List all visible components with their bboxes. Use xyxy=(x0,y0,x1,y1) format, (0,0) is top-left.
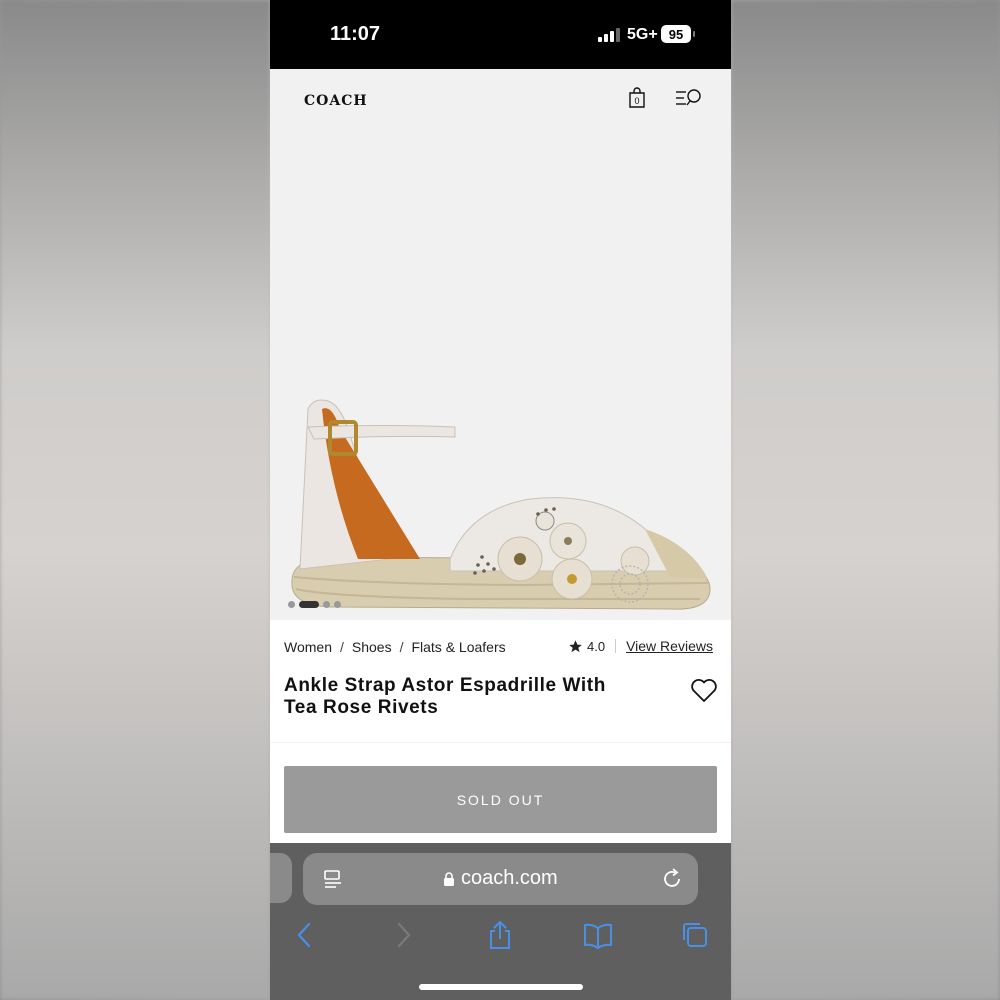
background-blur-left xyxy=(0,0,270,1000)
coach-logo[interactable]: COACH xyxy=(304,93,368,109)
previous-tab-peek[interactable] xyxy=(270,853,292,903)
reader-mode-icon[interactable] xyxy=(322,868,344,890)
battery-tip xyxy=(693,31,695,37)
url-display[interactable]: coach.com xyxy=(443,867,558,890)
breadcrumb-separator: / xyxy=(339,639,344,655)
gallery-dot-active[interactable] xyxy=(299,601,319,608)
share-icon[interactable] xyxy=(485,920,515,950)
home-indicator[interactable] xyxy=(419,984,583,990)
phone-screen: 11:07 5G+ 95 COACH 0 Women / Shoes / Fla… xyxy=(270,0,731,1000)
product-info: Women / Shoes / Flats & Loafers 4.0 View… xyxy=(270,620,731,742)
safari-toolbar xyxy=(270,920,731,950)
gallery-dot[interactable] xyxy=(323,601,330,608)
view-reviews-link[interactable]: View Reviews xyxy=(626,638,713,654)
wishlist-heart-icon[interactable] xyxy=(690,677,718,703)
tabs-icon[interactable] xyxy=(680,920,710,950)
breadcrumb: Women / Shoes / Flats & Loafers xyxy=(284,639,506,655)
url-text: coach.com xyxy=(461,867,558,889)
product-shoe-image xyxy=(291,399,711,610)
back-icon[interactable] xyxy=(290,920,320,950)
gallery-dot[interactable] xyxy=(288,601,295,608)
breadcrumb-women[interactable]: Women xyxy=(284,639,332,655)
forward-icon[interactable] xyxy=(388,920,418,950)
menu-search-icon[interactable] xyxy=(674,87,704,109)
background-blur-right xyxy=(731,0,1000,1000)
product-title-line2: Tea Rose Rivets xyxy=(284,697,439,718)
product-gallery[interactable] xyxy=(270,129,731,620)
shopping-bag-icon[interactable]: 0 xyxy=(626,87,648,109)
address-bar[interactable]: coach.com xyxy=(303,853,698,905)
status-bar: 11:07 5G+ 95 xyxy=(270,0,731,69)
status-time: 11:07 xyxy=(330,23,381,45)
rating-divider xyxy=(615,639,617,653)
breadcrumb-separator: / xyxy=(399,639,404,655)
bookmarks-icon[interactable] xyxy=(583,920,613,950)
gallery-pagination[interactable] xyxy=(288,601,341,608)
signal-icon xyxy=(598,28,620,42)
battery-icon: 95 xyxy=(661,25,691,43)
product-rating: 4.0 View Reviews xyxy=(568,638,713,654)
purchase-area: SOLD OUT xyxy=(270,742,731,847)
breadcrumb-flats-loafers[interactable]: Flats & Loafers xyxy=(411,639,505,655)
network-type: 5G+ xyxy=(627,26,658,43)
sold-out-button[interactable]: SOLD OUT xyxy=(284,766,717,833)
site-header: COACH 0 xyxy=(270,69,731,129)
product-title: Ankle Strap Astor Espadrille With Tea Ro… xyxy=(284,675,664,719)
product-title-line1: Ankle Strap Astor Espadrille With xyxy=(284,675,606,696)
breadcrumb-shoes[interactable]: Shoes xyxy=(352,639,392,655)
gallery-dot[interactable] xyxy=(334,601,341,608)
rating-value: 4.0 xyxy=(587,638,606,654)
bag-count: 0 xyxy=(634,96,639,106)
star-icon xyxy=(569,639,582,652)
reload-icon[interactable] xyxy=(660,867,684,891)
lock-icon xyxy=(444,871,454,886)
safari-bottom-bar: coach.com xyxy=(270,843,731,1000)
